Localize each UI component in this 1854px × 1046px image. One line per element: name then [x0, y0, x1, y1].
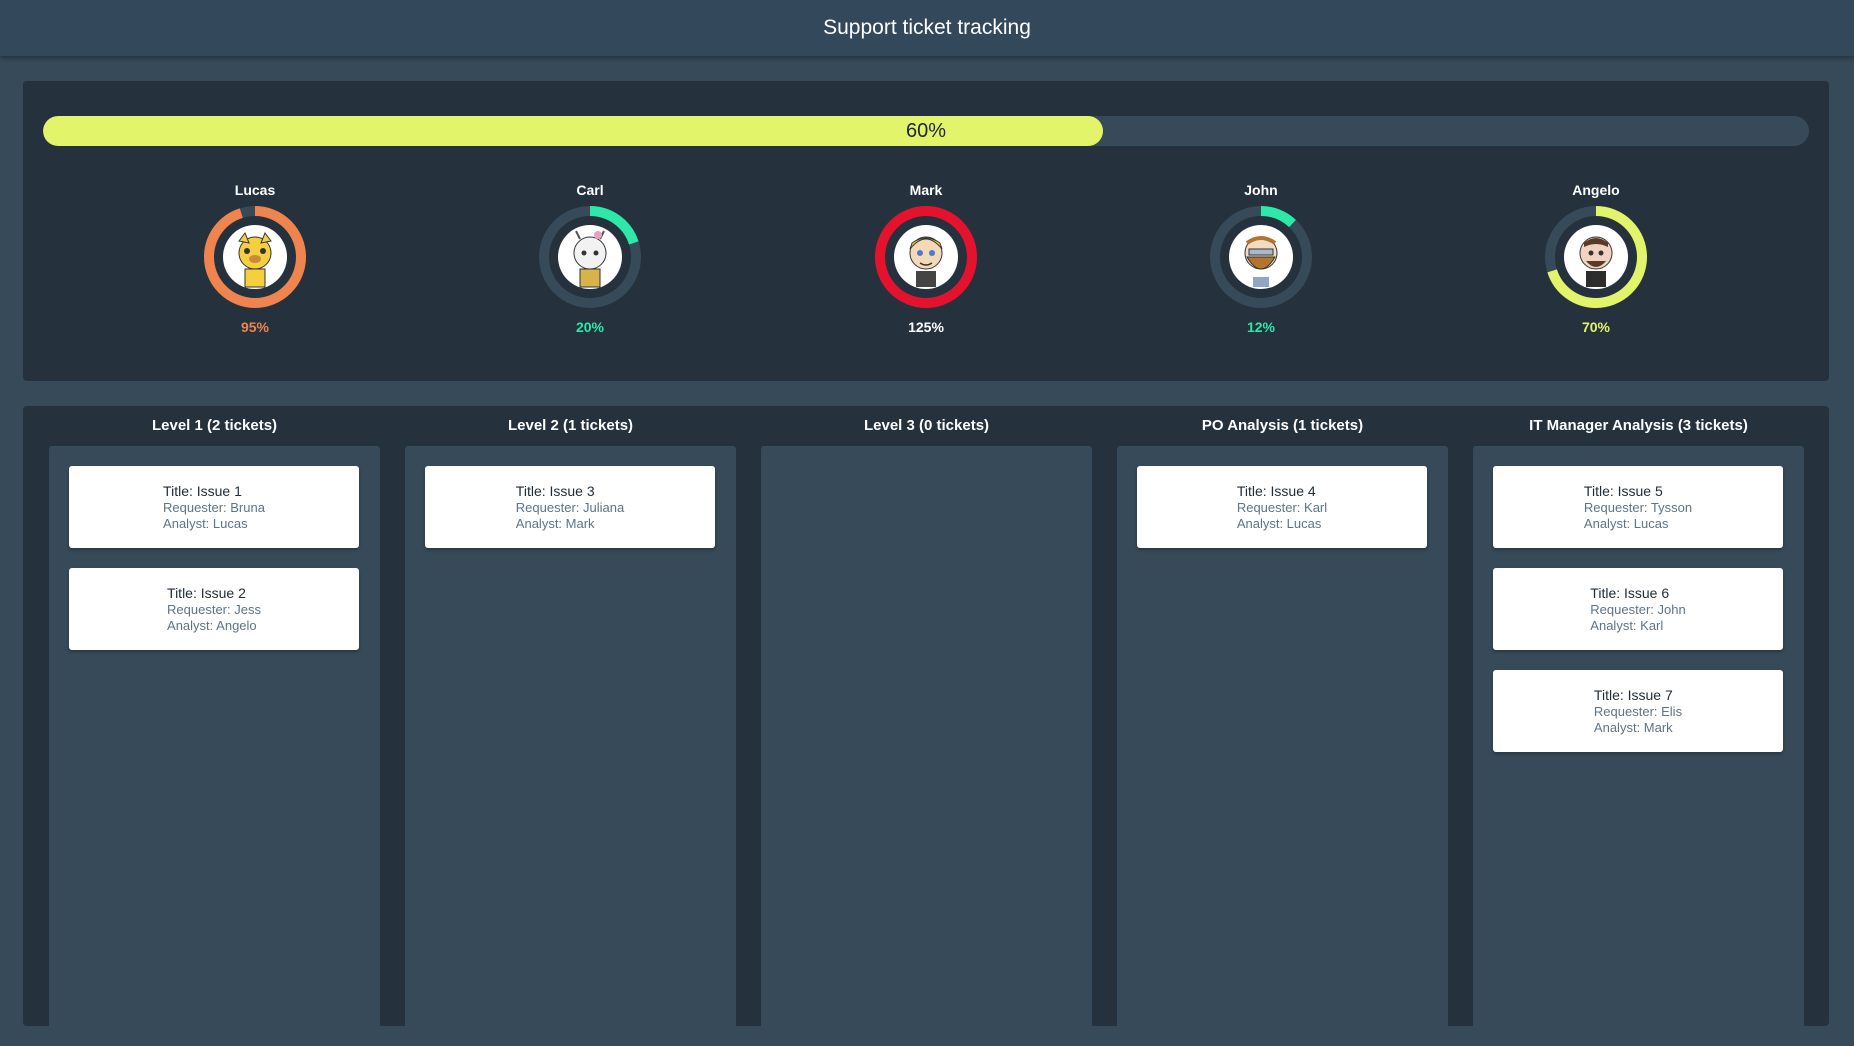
- ticket-analyst: Analyst: Lucas: [1236, 515, 1322, 531]
- board-column-po-analysis: PO Analysis (1 tickets) Title: Issue 4 Re…: [1117, 406, 1448, 1046]
- ticket-requester: Requester: Bruna: [163, 499, 265, 515]
- ticket-requester: Requester: John: [1590, 601, 1686, 617]
- column-title: IT Manager Analysis (3 tickets): [1529, 417, 1748, 434]
- analyst-name: Carl: [576, 182, 604, 198]
- analyst-card[interactable]: John 12%: [1181, 179, 1341, 335]
- goat-avatar-icon: [558, 225, 622, 289]
- analyst-workload-percent: 12%: [1246, 319, 1276, 335]
- analyst-name: Lucas: [234, 182, 276, 198]
- ticket-card-content: Title: Issue 2 Requester: Jess Analyst: An…: [167, 585, 261, 634]
- ticket-card[interactable]: Title: Issue 5 Requester: Tysson Analyst: …: [1493, 466, 1783, 548]
- ticket-title: Title: Issue 2: [167, 584, 246, 601]
- ticket-card-content: Title: Issue 1 Requester: Bruna Analyst: L…: [163, 483, 265, 532]
- column-dropzone[interactable]: Title: Issue 4 Requester: Karl Analyst: Lu…: [1117, 446, 1448, 1046]
- ticket-card[interactable]: Title: Issue 7 Requester: Elis Analyst: Ma…: [1493, 670, 1783, 752]
- analyst-name: Angelo: [1572, 182, 1620, 198]
- analyst-workload-gauge: [1209, 205, 1313, 309]
- ticket-title: Title: Issue 4: [1236, 482, 1316, 499]
- ticket-card-content: Title: Issue 5 Requester: Tysson Analyst: …: [1584, 483, 1692, 532]
- analyst-workload-percent: 20%: [575, 319, 605, 335]
- board-column-level-3: Level 3 (0 tickets): [761, 406, 1092, 1046]
- board-column-it-manager-analysis: IT Manager Analysis (3 tickets) Title: I…: [1473, 406, 1804, 1046]
- ticket-card-content: Title: Issue 7 Requester: Elis Analyst: Ma…: [1594, 687, 1682, 736]
- ticket-title: Title: Issue 1: [163, 482, 242, 499]
- ticket-title: Title: Issue 6: [1590, 584, 1670, 601]
- analyst-workload-gauge: [1544, 205, 1648, 309]
- ticket-requester: Requester: Jess: [167, 601, 261, 617]
- ticket-board: Level 1 (2 tickets) Title: Issue 1 Reques…: [23, 406, 1829, 1046]
- ticket-requester: Requester: Karl: [1236, 499, 1328, 515]
- ticket-analyst: Analyst: Mark: [1593, 719, 1673, 735]
- analyst-workload-percent: 70%: [1581, 319, 1611, 335]
- board-column-level-2: Level 2 (1 tickets) Title: Issue 3 Reques…: [405, 406, 736, 1046]
- analyst-card[interactable]: Angelo 70%: [1516, 179, 1676, 335]
- ticket-card[interactable]: Title: Issue 6 Requester: John Analyst: Ka…: [1493, 568, 1783, 650]
- blonde-avatar-icon: [894, 225, 958, 289]
- ticket-analyst: Analyst: Karl: [1590, 617, 1664, 633]
- ticket-analyst: Analyst: Lucas: [163, 515, 248, 531]
- analyst-list: Lucas 95% Carl 20% Mark 125% John 12% An…: [23, 179, 1829, 349]
- analyst-workload-gauge: [874, 205, 978, 309]
- board-column-level-1: Level 1 (2 tickets) Title: Issue 1 Reques…: [49, 406, 380, 1046]
- ticket-requester: Requester: Elis: [1593, 703, 1683, 719]
- team-progress-panel: 60% Lucas 95% Carl 20% Mark 125% John 12…: [23, 81, 1829, 381]
- column-dropzone[interactable]: [761, 446, 1092, 1046]
- analyst-workload-percent: 125%: [908, 319, 944, 335]
- ticket-card-content: Title: Issue 4 Requester: Karl Analyst: Lu…: [1237, 483, 1327, 532]
- analyst-workload-gauge: [538, 205, 642, 309]
- ticket-card[interactable]: Title: Issue 2 Requester: Jess Analyst: An…: [69, 568, 359, 650]
- column-dropzone[interactable]: Title: Issue 3 Requester: Juliana Analyst:…: [405, 446, 736, 1046]
- analyst-name: Mark: [909, 182, 943, 198]
- analyst-card[interactable]: Mark 125%: [846, 179, 1006, 335]
- analyst-card[interactable]: Carl 20%: [510, 179, 670, 335]
- ticket-requester: Requester: Tysson: [1583, 499, 1693, 515]
- column-dropzone[interactable]: Title: Issue 1 Requester: Bruna Analyst: L…: [49, 446, 380, 1046]
- column-title: Level 2 (1 tickets): [507, 417, 634, 434]
- page-title: Support ticket tracking: [823, 16, 1031, 39]
- cat-avatar-icon: [223, 225, 287, 289]
- analyst-workload-percent: 95%: [240, 319, 270, 335]
- ticket-card-content: Title: Issue 6 Requester: John Analyst: Ka…: [1590, 585, 1685, 634]
- column-dropzone[interactable]: Title: Issue 5 Requester: Tysson Analyst: …: [1473, 446, 1804, 1046]
- column-title: Level 1 (2 tickets): [151, 417, 278, 434]
- overall-progress-label: 60%: [905, 120, 947, 142]
- analyst-workload-gauge: [203, 205, 307, 309]
- ticket-analyst: Analyst: Mark: [515, 515, 595, 531]
- column-title: PO Analysis (1 tickets): [1201, 417, 1364, 434]
- ticket-card[interactable]: Title: Issue 3 Requester: Juliana Analyst:…: [425, 466, 715, 548]
- app-header: Support ticket tracking: [0, 0, 1854, 56]
- ticket-analyst: Analyst: Lucas: [1583, 515, 1669, 531]
- ticket-requester: Requester: Juliana: [515, 499, 625, 515]
- overall-progress-bar: 60%: [43, 116, 1809, 146]
- ticket-card[interactable]: Title: Issue 4 Requester: Karl Analyst: Lu…: [1137, 466, 1427, 548]
- ticket-card[interactable]: Title: Issue 1 Requester: Bruna Analyst: L…: [69, 466, 359, 548]
- man-avatar-icon: [1564, 225, 1628, 289]
- analyst-card[interactable]: Lucas 95%: [175, 179, 335, 335]
- ticket-analyst: Analyst: Angelo: [167, 617, 257, 633]
- analyst-name: John: [1244, 182, 1278, 198]
- ticket-title: Title: Issue 3: [515, 482, 595, 499]
- ticket-title: Title: Issue 5: [1583, 482, 1663, 499]
- column-title: Level 3 (0 tickets): [863, 417, 990, 434]
- ticket-card-content: Title: Issue 3 Requester: Juliana Analyst:…: [516, 483, 624, 532]
- bearded-avatar-icon: [1229, 225, 1293, 289]
- ticket-title: Title: Issue 7: [1593, 686, 1673, 703]
